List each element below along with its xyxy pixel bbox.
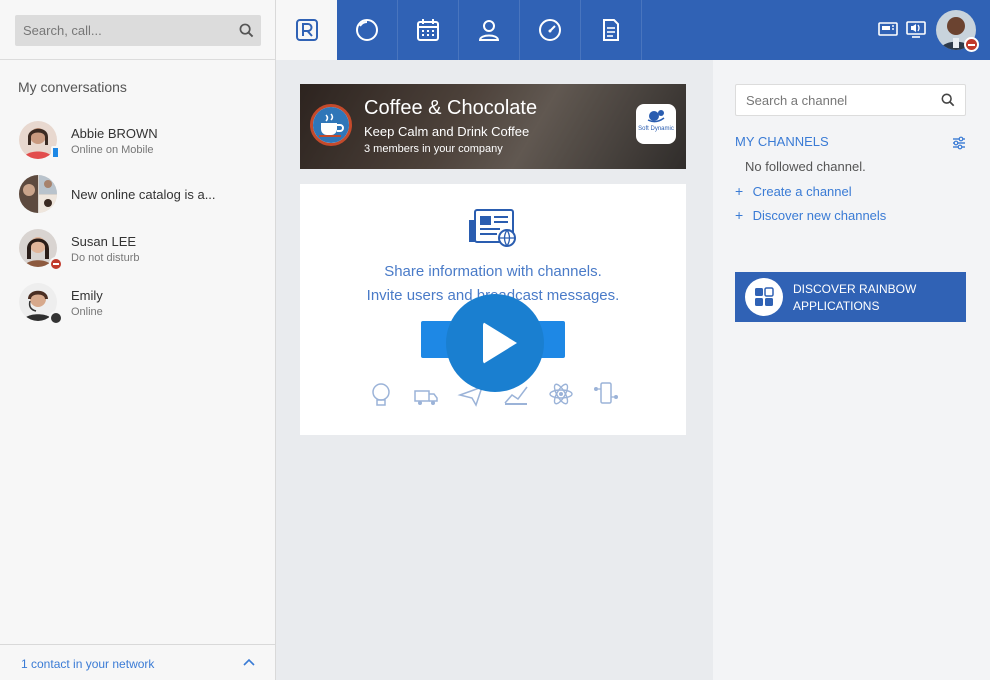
online-presence-icon: [49, 311, 63, 325]
tab-rainbow-home[interactable]: [276, 0, 337, 60]
left-sidebar: My conversations Abbie BROWN Online on M…: [0, 0, 276, 680]
recent-icon: [356, 19, 378, 41]
discover-apps-line-1: DISCOVER RAINBOW: [793, 282, 917, 296]
no-followed-channel-text: No followed channel.: [745, 159, 866, 174]
conversation-item-abbie-brown[interactable]: Abbie BROWN Online on Mobile: [0, 115, 275, 169]
network-contacts-link[interactable]: 1 contact in your network: [21, 657, 154, 671]
conversation-name: New online catalog is a...: [71, 187, 216, 202]
network-footer: 1 contact in your network: [0, 644, 275, 680]
video-play-button[interactable]: [446, 294, 544, 392]
tab-contacts[interactable]: [459, 0, 520, 60]
discover-apps-button[interactable]: DISCOVER RAINBOW APPLICATIONS: [735, 272, 966, 322]
conversation-item-catalog[interactable]: New online catalog is a...: [0, 169, 275, 223]
plus-icon: +: [735, 183, 744, 199]
conversation-status: Online: [71, 306, 103, 318]
channel-members-count: 3 members in your company: [364, 143, 503, 155]
conversation-item-emily[interactable]: Emily Online: [0, 277, 275, 331]
dnd-presence-icon: [49, 257, 63, 271]
conversation-status: Do not disturb: [71, 252, 140, 264]
sidebar-divider: [0, 59, 275, 60]
channel-search-box[interactable]: [735, 84, 966, 116]
tab-files[interactable]: [581, 0, 642, 60]
discover-channels-link[interactable]: + Discover new channels: [735, 207, 886, 223]
chevron-up-icon[interactable]: [243, 657, 255, 669]
tab-calendar[interactable]: [398, 0, 459, 60]
user-dnd-presence-icon: [964, 37, 979, 52]
tab-recent[interactable]: [337, 0, 398, 60]
my-channels-heading: MY CHANNELS: [735, 134, 829, 149]
search-call-box[interactable]: [15, 15, 261, 46]
partner-logo: Soft Dynamic: [636, 104, 676, 144]
atom-icon: [549, 383, 573, 405]
conversations-title: My conversations: [18, 79, 127, 95]
discover-channels-label: Discover new channels: [752, 208, 887, 223]
lightbulb-icon: [372, 383, 390, 406]
conversation-name: Abbie BROWN: [71, 126, 158, 141]
channel-banner-coffee-chocolate[interactable]: Coffee & Chocolate Keep Calm and Drink C…: [300, 84, 686, 169]
mobile-network-icon: [594, 382, 618, 404]
conversation-name: Emily: [71, 288, 103, 303]
intro-line-1: Share information with channels.: [384, 263, 602, 280]
search-icon[interactable]: [941, 93, 955, 107]
desk-phone-icon[interactable]: [878, 20, 898, 38]
filter-settings-icon[interactable]: [952, 136, 966, 150]
discover-apps-line-2: APPLICATIONS: [793, 299, 880, 313]
conversation-item-susan-lee[interactable]: Susan LEE Do not disturb: [0, 223, 275, 277]
search-call-input[interactable]: [15, 15, 225, 46]
files-icon: [603, 19, 619, 41]
delivery-icon: [414, 390, 438, 405]
broadcast-news-icon: [469, 209, 516, 247]
rainbow-logo-icon: [295, 19, 318, 41]
satellite-icon: [647, 110, 665, 123]
coffee-cup-icon: [310, 104, 352, 146]
audio-settings-icon[interactable]: [906, 20, 926, 38]
apps-grid-icon: [745, 278, 783, 316]
dashboard-icon: [539, 19, 561, 41]
contacts-icon: [478, 20, 500, 41]
partner-logo-text: Soft Dynamic: [638, 126, 674, 132]
calendar-icon: [417, 19, 439, 41]
channel-subtitle: Keep Calm and Drink Coffee: [364, 124, 530, 139]
channel-search-input[interactable]: [736, 85, 931, 115]
create-channel-label: Create a channel: [752, 184, 852, 199]
discover-apps-label: DISCOVER RAINBOW APPLICATIONS: [793, 281, 953, 315]
conversation-list: Abbie BROWN Online on Mobile New online …: [0, 115, 275, 331]
mobile-presence-icon: [51, 146, 60, 159]
group-avatar: [19, 175, 57, 213]
conversation-status: Online on Mobile: [71, 144, 154, 156]
tab-dashboard[interactable]: [520, 0, 581, 60]
channels-side-panel: [713, 60, 990, 680]
search-icon[interactable]: [239, 23, 254, 38]
conversation-name: Susan LEE: [71, 234, 137, 249]
create-channel-link[interactable]: + Create a channel: [735, 183, 852, 199]
plus-icon: +: [735, 207, 744, 223]
top-navigation-bar: [276, 0, 990, 60]
channel-title: Coffee & Chocolate: [364, 97, 538, 119]
